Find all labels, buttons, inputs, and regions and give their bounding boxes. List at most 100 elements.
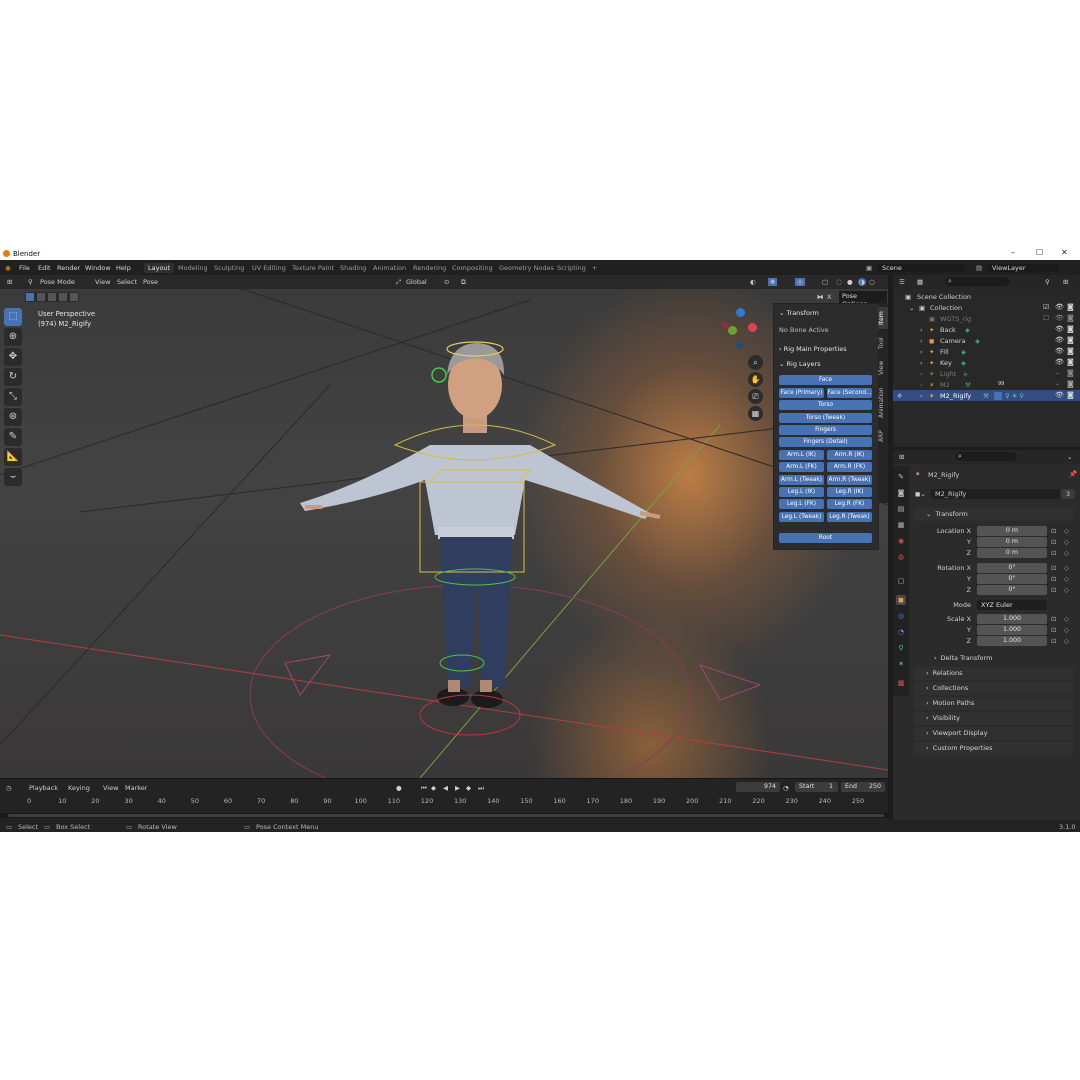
toggle-perspective-icon[interactable]: ▦ bbox=[748, 406, 763, 421]
select-invert-icon[interactable] bbox=[59, 293, 67, 301]
keyframe-scale-x-icon[interactable]: ◇ bbox=[1064, 615, 1069, 623]
menu-window[interactable]: Window bbox=[85, 264, 111, 272]
maximize-button[interactable]: ☐ bbox=[1036, 248, 1043, 257]
timeline-scroll-handle[interactable] bbox=[8, 814, 884, 817]
keyframe-scale-z-icon[interactable]: ◇ bbox=[1064, 637, 1069, 645]
tab-layout[interactable]: Layout bbox=[144, 263, 175, 273]
cursor-tool-icon[interactable]: ⊕ bbox=[4, 328, 22, 346]
prev-keyframe-icon[interactable]: ◆ bbox=[431, 784, 436, 792]
sidebar-tab-arp[interactable]: ARP bbox=[878, 427, 888, 445]
collection-row[interactable]: ⌄ ▣ Collection ☑ 👁 ◙ bbox=[893, 302, 1080, 313]
rotation-z-field[interactable]: 0° bbox=[977, 585, 1047, 595]
scale-y-field[interactable]: 1.000 bbox=[977, 625, 1047, 635]
view-layer-selector[interactable]: ViewLayer bbox=[988, 264, 1058, 272]
rotation-y-field[interactable]: 0° bbox=[977, 574, 1047, 584]
tool-tab-icon[interactable]: ✎ bbox=[896, 472, 906, 482]
outliner-editor[interactable]: ☰ ▦ ⌕ ⚲ ⊞ ▣ Scene Collection ⌄ ▣ Collection… bbox=[893, 275, 1080, 447]
lock-location-x-icon[interactable]: ⊡ bbox=[1051, 527, 1056, 535]
shading-wireframe-icon[interactable]: ◌ bbox=[836, 278, 842, 286]
timeline-scrollbar[interactable] bbox=[0, 813, 888, 818]
menu-edit[interactable]: Edit bbox=[38, 264, 51, 272]
close-button[interactable]: ✕ bbox=[1061, 248, 1068, 257]
properties-editor-icon[interactable]: ⊞ bbox=[899, 453, 904, 461]
sidebar-tab-item[interactable]: Item bbox=[878, 307, 888, 329]
tab-compositing[interactable]: Compositing bbox=[452, 264, 493, 272]
shading-solid-icon[interactable]: ● bbox=[847, 278, 853, 286]
playback-menu[interactable]: Playback bbox=[29, 784, 58, 792]
pin-icon[interactable]: 📌 bbox=[1069, 470, 1077, 478]
collections-section[interactable]: › Collections bbox=[914, 682, 1074, 695]
menu-help[interactable]: Help bbox=[116, 264, 131, 272]
delta-transform-section[interactable]: › Delta Transform bbox=[922, 652, 1074, 665]
layer-face-button[interactable]: Face bbox=[779, 375, 872, 385]
location-z-field[interactable]: 0 m bbox=[977, 548, 1047, 558]
outliner-search-input[interactable]: ⌕ bbox=[945, 277, 1010, 286]
tab-scripting[interactable]: Scripting bbox=[557, 264, 586, 272]
gizmo-toggle-icon[interactable]: ✥ bbox=[768, 278, 778, 286]
layer-leg-l-fk-button[interactable]: Leg.L (FK) bbox=[779, 499, 824, 509]
physics-tab-icon[interactable]: ◔ bbox=[896, 627, 906, 637]
snap-icon[interactable]: ⧉ bbox=[461, 278, 466, 287]
world-tab-icon[interactable]: ◍ bbox=[896, 552, 906, 562]
tab-geometry-nodes[interactable]: Geometry Nodes bbox=[499, 264, 554, 272]
properties-search-input[interactable]: ⌕ bbox=[955, 452, 1017, 461]
tab-animation[interactable]: Animation bbox=[373, 264, 406, 272]
outliner-item-key[interactable]: › ✦ Key ◈ 👁 ◙ bbox=[893, 357, 1080, 368]
viewport-display-section[interactable]: › Viewport Display bbox=[914, 727, 1074, 740]
camera-render-icon[interactable]: ◙ bbox=[1067, 347, 1074, 355]
menu-file[interactable]: File bbox=[19, 264, 30, 272]
sidebar-tab-view[interactable]: View bbox=[878, 357, 888, 379]
collection-tab-icon[interactable]: ▢ bbox=[896, 576, 906, 586]
outliner-item-fill[interactable]: › ✦ Fill ◈ 👁 ◙ bbox=[893, 346, 1080, 357]
bend-tool-icon[interactable]: ⌣ bbox=[4, 468, 22, 486]
add-workspace-icon[interactable]: + bbox=[592, 264, 597, 272]
keyframe-location-x-icon[interactable]: ◇ bbox=[1064, 527, 1069, 535]
transform-section[interactable]: ⌄ Transform bbox=[914, 508, 1074, 521]
lock-location-z-icon[interactable]: ⊡ bbox=[1051, 549, 1056, 557]
start-frame-field[interactable]: Start 1 bbox=[795, 782, 838, 792]
lock-scale-x-icon[interactable]: ⊡ bbox=[1051, 615, 1056, 623]
layer-fingers-button[interactable]: Fingers bbox=[779, 425, 872, 435]
eye-icon[interactable]: 👁 bbox=[1055, 347, 1064, 355]
users-count[interactable]: 3 bbox=[1061, 489, 1075, 499]
camera-render-icon[interactable]: ◙ bbox=[1067, 358, 1074, 366]
location-y-field[interactable]: 0 m bbox=[977, 537, 1047, 547]
properties-options-icon[interactable]: ⌄ bbox=[1067, 453, 1072, 461]
tab-sculpting[interactable]: Sculpting bbox=[214, 264, 244, 272]
editor-type-icon[interactable]: ⊞ bbox=[7, 278, 12, 286]
lock-rotation-z-icon[interactable]: ⊡ bbox=[1051, 586, 1056, 594]
visibility-section[interactable]: › Visibility bbox=[914, 712, 1074, 725]
lock-location-y-icon[interactable]: ⊡ bbox=[1051, 538, 1056, 546]
select-intersect-icon[interactable] bbox=[70, 293, 78, 301]
layer-arm-l-ik-button[interactable]: Arm.L (IK) bbox=[779, 450, 824, 460]
layer-root-button[interactable]: Root bbox=[779, 533, 872, 543]
end-frame-field[interactable]: End 250 bbox=[841, 782, 885, 792]
visibility-icon[interactable]: ◐ bbox=[750, 278, 756, 286]
record-icon[interactable]: ● bbox=[396, 784, 402, 792]
layer-torso-button[interactable]: Torso bbox=[779, 400, 872, 410]
outliner-item-wgts-rig[interactable]: ▣ WGTS_rig ☐ 👁 ◙ bbox=[893, 313, 1080, 324]
tab-shading[interactable]: Shading bbox=[340, 264, 366, 272]
layer-leg-l-tweak-button[interactable]: Leg.L (Tweak) bbox=[779, 512, 824, 522]
zoom-view-icon[interactable]: ⌕ bbox=[748, 355, 763, 370]
eye-icon[interactable]: 👁 bbox=[1055, 391, 1064, 399]
outliner-item-light[interactable]: › ✦ Light ◈ ⌣ ◙ bbox=[893, 368, 1080, 379]
display-mode-icon[interactable]: ▦ bbox=[917, 278, 923, 286]
measure-tool-icon[interactable]: 📐 bbox=[4, 448, 22, 466]
sidebar-tab-animation[interactable]: Animation bbox=[878, 383, 888, 423]
layer-torso-tweak-button[interactable]: Torso (Tweak) bbox=[779, 413, 872, 423]
camera-view-icon[interactable]: ⎚ bbox=[748, 389, 763, 404]
gizmo-x-axis[interactable] bbox=[748, 323, 757, 332]
rotation-x-field[interactable]: 0° bbox=[977, 563, 1047, 573]
marker-menu[interactable]: Marker bbox=[125, 784, 147, 792]
select-box-tool-icon[interactable]: ⬚ bbox=[4, 308, 22, 326]
tab-texture-paint[interactable]: Texture Paint bbox=[292, 264, 334, 272]
constraints-tab-icon[interactable]: ⚲ bbox=[896, 643, 906, 653]
render-tab-icon[interactable]: ◙ bbox=[896, 488, 906, 498]
custom-properties-section[interactable]: › Custom Properties bbox=[914, 742, 1074, 755]
object-tab-icon[interactable]: ◼ bbox=[896, 595, 906, 605]
next-keyframe-icon[interactable]: ◆ bbox=[466, 784, 471, 792]
scale-z-field[interactable]: 1.000 bbox=[977, 636, 1047, 646]
lock-scale-z-icon[interactable]: ⊡ bbox=[1051, 637, 1056, 645]
pivot-icon[interactable]: ⊙ bbox=[444, 278, 449, 286]
